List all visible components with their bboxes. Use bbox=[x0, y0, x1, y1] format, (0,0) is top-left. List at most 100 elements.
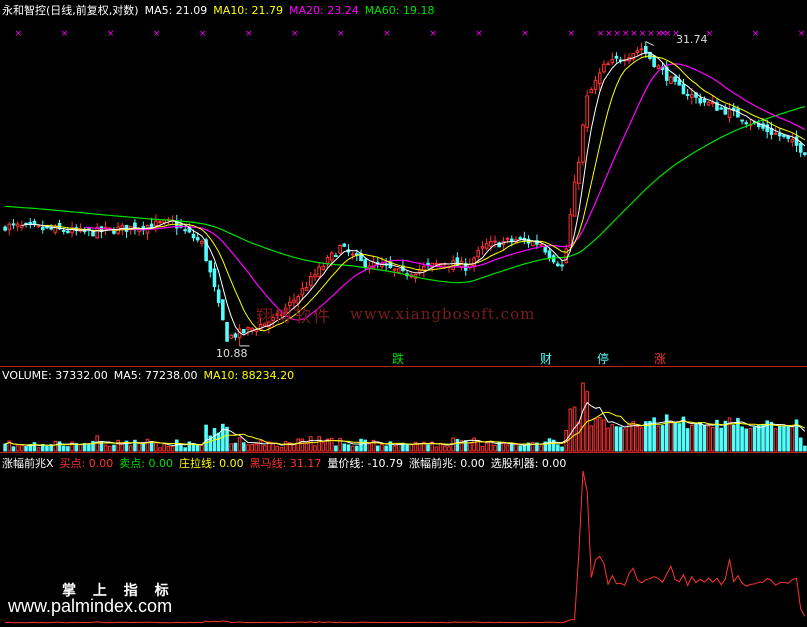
signal-marker: × bbox=[291, 29, 299, 39]
volume-bar bbox=[250, 443, 254, 452]
volume-bar bbox=[375, 445, 380, 452]
signal-marker: × bbox=[429, 29, 437, 39]
event-tag-ting[interactable]: 停 bbox=[595, 350, 611, 367]
candle bbox=[568, 214, 573, 248]
volume-bar bbox=[112, 444, 116, 452]
volume-bar bbox=[87, 444, 91, 452]
volume-bar bbox=[45, 445, 49, 452]
volume-bar bbox=[614, 426, 619, 452]
ma60-legend: MA60: 19.18 bbox=[364, 4, 435, 17]
candle bbox=[208, 260, 213, 273]
event-tag-cai[interactable]: 财 bbox=[538, 350, 554, 367]
candle bbox=[773, 132, 778, 135]
candle bbox=[576, 161, 581, 184]
volume-bar bbox=[162, 443, 167, 452]
candle bbox=[484, 243, 489, 249]
signal-marker: × bbox=[521, 29, 529, 39]
volume-bar bbox=[66, 446, 70, 452]
volume-bar bbox=[317, 436, 321, 452]
volume-legend: VOLUME: 37332.00 MA5: 77238.00 MA10: 88234… bbox=[2, 369, 300, 382]
volume-bar bbox=[170, 445, 175, 452]
volume-bar bbox=[187, 441, 192, 452]
volume-bar bbox=[681, 416, 686, 452]
volume-bar bbox=[798, 437, 803, 452]
candle bbox=[11, 223, 16, 226]
volume-bar bbox=[442, 445, 447, 452]
volume-bar bbox=[166, 446, 171, 452]
volume-bar bbox=[20, 444, 24, 452]
signal-marker: × bbox=[567, 29, 575, 39]
signal-marker: × bbox=[383, 29, 391, 39]
volume-bar bbox=[61, 445, 66, 452]
volume-bar bbox=[597, 417, 602, 452]
volume-bar bbox=[777, 425, 782, 452]
volume-bar bbox=[200, 444, 204, 452]
volume-bar bbox=[363, 439, 368, 452]
volume-bar bbox=[509, 443, 514, 452]
candle bbox=[396, 268, 401, 273]
candle bbox=[509, 238, 514, 242]
volume-bar bbox=[350, 445, 355, 452]
candle bbox=[183, 229, 187, 232]
volume-bar bbox=[78, 443, 83, 452]
signal-marker: × bbox=[622, 29, 630, 39]
watermark-url: www.xiangbosoft.com bbox=[350, 305, 536, 323]
candle bbox=[158, 221, 162, 224]
volume-bar bbox=[145, 438, 150, 452]
volume-bar bbox=[698, 422, 703, 452]
volume-bar bbox=[384, 445, 388, 452]
volume-bar bbox=[258, 440, 263, 452]
candle bbox=[539, 243, 543, 246]
volume-bar bbox=[539, 445, 543, 452]
volume-bar bbox=[3, 443, 7, 452]
price-legend: 永和智控(日线,前复权,对数) MA5: 21.09 MA10: 21.79 MA20… bbox=[2, 2, 440, 18]
candle bbox=[480, 246, 485, 249]
price-panel[interactable]: 永和智控(日线,前复权,对数) MA5: 21.09 MA10: 21.79 MA20… bbox=[0, 0, 807, 366]
volume-bar bbox=[568, 408, 573, 452]
event-tag-die[interactable]: 跌 bbox=[390, 350, 406, 367]
signal-marker: × bbox=[107, 29, 115, 39]
candle bbox=[36, 225, 41, 228]
volume-bar bbox=[719, 427, 723, 452]
liangjia-line: 量价线: -10.79 bbox=[327, 457, 404, 470]
candle bbox=[241, 329, 246, 334]
signal-marker: × bbox=[337, 29, 345, 39]
candle bbox=[304, 286, 309, 291]
volume-bar bbox=[237, 437, 242, 452]
volume-bar bbox=[656, 425, 661, 452]
candle bbox=[329, 252, 334, 261]
volume-bar bbox=[283, 441, 288, 452]
volume-bar bbox=[15, 445, 20, 452]
indicator-legend: 涨幅前兆X 买点: 0.00 卖点: 0.00 庄拉线: 0.00 黑马线: 31.17… bbox=[2, 455, 572, 471]
candle bbox=[719, 107, 723, 110]
volume-bar bbox=[116, 439, 120, 452]
volume-bar bbox=[618, 426, 623, 452]
candle bbox=[154, 220, 158, 227]
candle bbox=[229, 334, 234, 339]
volume-bar bbox=[463, 440, 468, 452]
signal-marker: × bbox=[475, 29, 483, 39]
volume-bar bbox=[690, 424, 694, 452]
volume-bar bbox=[149, 441, 154, 452]
candle bbox=[786, 135, 790, 139]
volume-bar bbox=[137, 442, 141, 452]
candle bbox=[321, 265, 326, 270]
candle bbox=[334, 255, 338, 258]
candle bbox=[685, 93, 690, 96]
candle bbox=[740, 119, 744, 122]
volume-bar bbox=[761, 423, 765, 452]
high-price-label: 31.74 bbox=[676, 33, 708, 46]
volume-bar bbox=[694, 424, 698, 452]
volume-panel[interactable]: VOLUME: 37332.00 MA5: 77238.00 MA10: 88234… bbox=[0, 367, 807, 452]
candle bbox=[434, 262, 439, 265]
event-tag-zhang[interactable]: 涨 bbox=[652, 350, 668, 367]
volume-bar bbox=[300, 438, 305, 452]
volume-bar bbox=[593, 418, 598, 452]
candle bbox=[195, 237, 200, 241]
candle bbox=[782, 134, 786, 137]
candle bbox=[736, 108, 740, 118]
volume-bar bbox=[803, 445, 807, 452]
volume-bar bbox=[610, 424, 615, 452]
ma10-legend: MA10: 21.79 bbox=[213, 4, 284, 17]
candle bbox=[710, 101, 715, 104]
